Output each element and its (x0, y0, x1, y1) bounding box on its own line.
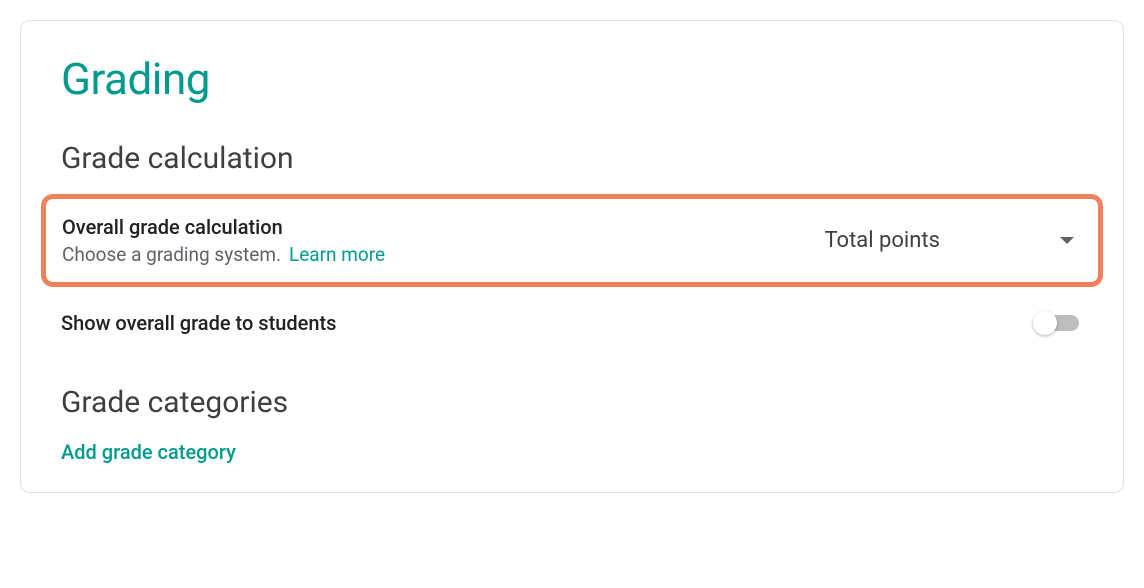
page-title: Grading (61, 53, 1083, 105)
grade-categories-heading: Grade categories (61, 385, 1083, 420)
toggle-knob (1033, 311, 1057, 335)
overall-grade-calculation-subtitle-row: Choose a grading system. Learn more (62, 243, 385, 266)
chevron-down-icon (1060, 237, 1074, 244)
overall-grade-dropdown-value: Total points (824, 228, 940, 253)
overall-grade-calculation-title: Overall grade calculation (62, 215, 385, 239)
add-grade-category-link[interactable]: Add grade category (61, 440, 236, 464)
show-overall-grade-label: Show overall grade to students (61, 311, 336, 335)
overall-grade-calculation-highlight: Overall grade calculation Choose a gradi… (41, 194, 1103, 287)
grade-calculation-heading: Grade calculation (61, 141, 1083, 176)
grading-card: Grading Grade calculation Overall grade … (20, 20, 1124, 493)
overall-grade-calculation-info: Overall grade calculation Choose a gradi… (62, 215, 385, 266)
overall-grade-calculation-subtitle: Choose a grading system. (62, 243, 281, 266)
show-overall-grade-row: Show overall grade to students (61, 311, 1083, 335)
learn-more-link[interactable]: Learn more (289, 243, 385, 266)
show-overall-grade-toggle[interactable] (1035, 315, 1079, 331)
overall-grade-dropdown[interactable]: Total points (824, 228, 1074, 253)
